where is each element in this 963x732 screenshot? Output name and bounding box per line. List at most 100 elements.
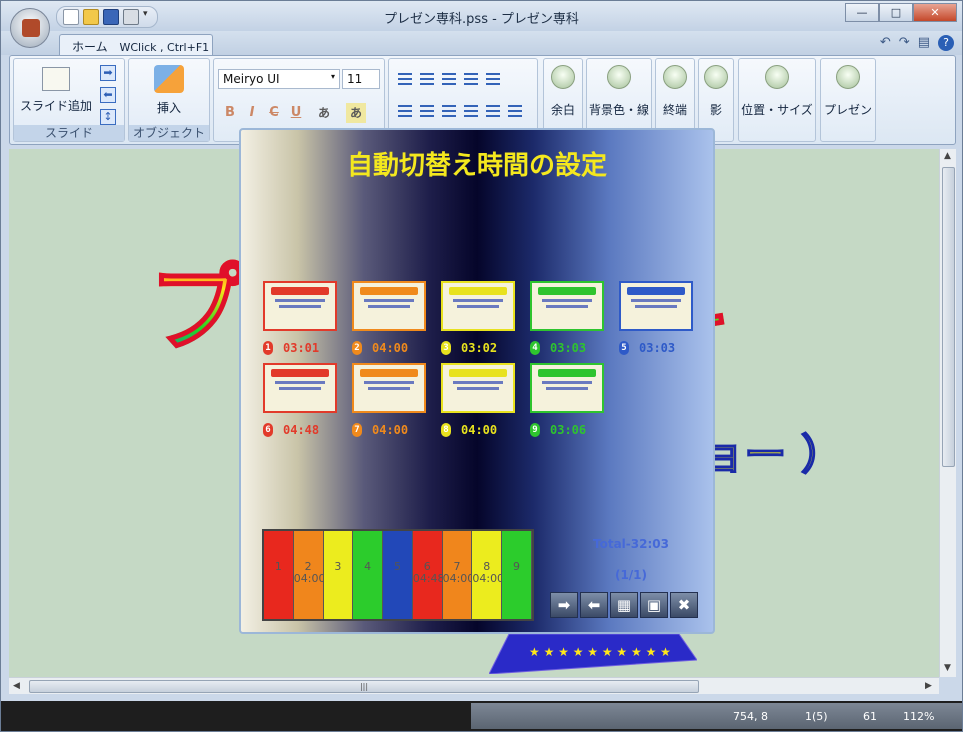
help-icon[interactable]: ? (938, 35, 954, 51)
align-top-icon[interactable] (395, 69, 415, 89)
align-middle-icon[interactable] (417, 69, 437, 89)
align-right-icon[interactable] (439, 101, 459, 121)
window-controls: — □ ✕ (845, 3, 957, 22)
page-indicator: (1/1) (614, 568, 648, 582)
add-slide-label: スライド追加 (19, 99, 92, 113)
font-name-value: Meiryo UI (223, 72, 280, 86)
timing-segment[interactable]: 9 (502, 531, 532, 619)
slide-thumbnail[interactable] (441, 363, 515, 413)
timing-segment[interactable]: 1 (264, 531, 294, 619)
thumbnail-time: 04:00 (461, 423, 498, 437)
thumbnail-number: 6 (263, 423, 273, 437)
swap-slide-icon[interactable]: ↕ (100, 109, 116, 125)
thumbnail-number: 8 (441, 423, 451, 437)
app-menu-button[interactable] (10, 8, 50, 48)
distribute-icon[interactable] (483, 69, 503, 89)
timing-segment[interactable]: 5 (383, 531, 413, 619)
grid-button[interactable]: ▦ (610, 592, 638, 618)
thumbnail-number: 2 (352, 341, 362, 355)
edge-icon (663, 65, 687, 89)
status-slide: 1(5) (805, 710, 828, 723)
highlight-button[interactable]: あ (346, 103, 366, 123)
insert-button[interactable]: 挿入 (133, 65, 205, 116)
strike-button[interactable]: C (264, 103, 284, 123)
font-name-select[interactable]: Meiryo UI ▾ (218, 69, 340, 89)
background-icon (607, 65, 631, 89)
thumbnail-meta: 3 03:02 (441, 341, 531, 355)
align-center-icon[interactable] (417, 101, 437, 121)
scroll-left-icon[interactable]: ◀ (13, 681, 20, 691)
margin-label: 余白 (550, 103, 575, 117)
thumbnail-time: 03:01 (283, 341, 320, 355)
thumbnail-meta: 2 04:00 (352, 341, 442, 355)
tab-home[interactable]: ホーム WClick , Ctrl+F1 (59, 34, 213, 56)
dialog-close-button[interactable]: ✖ (670, 592, 698, 618)
title-bar: ▾ プレゼン専科.pss - プレゼン専科 — □ ✕ (1, 1, 962, 31)
vertical-scroll-thumb[interactable] (942, 167, 955, 467)
timing-segment[interactable]: 8 04:00 (472, 531, 504, 619)
scroll-right-icon[interactable]: ▶ (925, 681, 932, 691)
dialog-title: 自動切替え時間の設定 (346, 151, 607, 181)
text-spacing-a-icon[interactable] (461, 101, 481, 121)
thumbnail-time: 04:00 (372, 341, 409, 355)
prev-arrow-button[interactable]: ⬅ (580, 592, 608, 618)
timing-bar[interactable]: 1 2 04:00 3 4 5 6 04:48 7 04:00 8 04:00 9 (262, 529, 534, 621)
scroll-up-icon[interactable]: ▲ (944, 151, 951, 161)
slide-thumbnail[interactable] (352, 281, 426, 331)
align-bottom-icon[interactable] (439, 69, 459, 89)
segment-number: 1 (274, 560, 282, 573)
present-button[interactable]: プレゼン (820, 58, 876, 142)
slide-group: スライド追加 ➡ ⬅ ↕ スライド (13, 58, 125, 142)
text-spacing-c-icon[interactable] (505, 101, 525, 121)
redo-icon[interactable]: ↷ (899, 35, 910, 51)
scroll-down-icon[interactable]: ▼ (944, 663, 951, 673)
add-slide-icon (42, 67, 70, 91)
maximize-button[interactable]: □ (879, 3, 913, 22)
underline-button[interactable]: U (286, 103, 306, 123)
close-button[interactable]: ✕ (913, 3, 957, 22)
slide-thumbnail[interactable] (530, 363, 604, 413)
timing-segment[interactable]: 2 04:00 (293, 531, 326, 619)
horizontal-scroll-thumb[interactable]: ||| (29, 680, 699, 693)
undo-icon[interactable]: ↶ (880, 35, 891, 51)
position-size-button[interactable]: 位置・サイズ (738, 58, 816, 142)
thumbnail-time: 04:48 (283, 423, 320, 437)
slide-thumbnail[interactable] (619, 281, 693, 331)
timing-segment[interactable]: 3 (323, 531, 354, 619)
thumbnail-meta: 7 04:00 (352, 423, 442, 437)
horizontal-scrollbar[interactable]: ◀ ||| ▶ (9, 677, 939, 694)
slide-thumbnail[interactable] (441, 281, 515, 331)
settings-icon[interactable]: ▤ (918, 35, 930, 51)
slide-thumbnail[interactable] (352, 363, 426, 413)
object-group: 挿入 オブジェクト (128, 58, 210, 142)
timing-segment[interactable]: 4 (353, 531, 384, 619)
thumbnail-number: 4 (530, 341, 540, 355)
bold-button[interactable]: B (220, 103, 240, 123)
font-size-value: 11 (347, 72, 363, 86)
align-left-icon[interactable] (395, 101, 415, 121)
slide-thumbnail[interactable] (530, 281, 604, 331)
thumbnail-meta: 5 03:03 (619, 341, 709, 355)
thumbnail-image (352, 281, 426, 331)
prev-slide-icon[interactable]: ⬅ (100, 87, 116, 103)
next-slide-icon[interactable]: ➡ (100, 65, 116, 81)
slide-thumbnail[interactable] (263, 363, 337, 413)
font-size-select[interactable]: 11 (342, 69, 380, 89)
minimize-button[interactable]: — (845, 3, 879, 22)
save-button[interactable]: ▣ (640, 592, 668, 618)
font-color-button[interactable]: あ (314, 103, 334, 123)
svg-text:★ ★ ★ ★ ★ ★ ★ ★ ★ ★: ★ ★ ★ ★ ★ ★ ★ ★ ★ ★ (529, 645, 671, 659)
vertical-scrollbar[interactable]: ▲ ▼ (939, 149, 956, 677)
thumbnail-number: 5 (619, 341, 629, 355)
add-slide-button[interactable]: スライド追加 (18, 67, 94, 114)
timing-segment[interactable]: 6 04:48 (412, 531, 445, 619)
italic-button[interactable]: I (242, 103, 262, 123)
slide-thumbnail[interactable] (263, 281, 337, 331)
timing-segment[interactable]: 7 04:00 (442, 531, 475, 619)
spacing-icon[interactable] (461, 69, 481, 89)
next-arrow-button[interactable]: ➡ (550, 592, 578, 618)
segment-time: 04:00 (442, 572, 475, 585)
text-spacing-b-icon[interactable] (483, 101, 503, 121)
position-label: 位置・サイズ (741, 103, 813, 117)
segment-time: 04:00 (293, 572, 326, 585)
